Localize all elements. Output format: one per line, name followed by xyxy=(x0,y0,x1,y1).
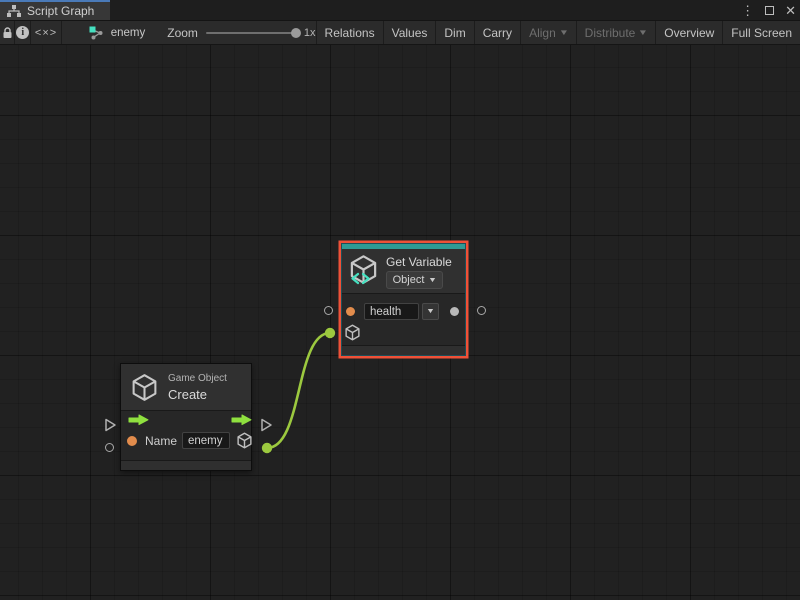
node-title: Get Variable xyxy=(386,255,452,269)
code-preview-button[interactable]: <×> xyxy=(31,21,61,44)
node-footer xyxy=(342,345,465,355)
info-icon: i xyxy=(16,26,29,39)
titlebar: Script Graph ⋮ ✕ xyxy=(0,0,800,21)
code-chevrons-icon xyxy=(350,272,371,285)
graph-icon xyxy=(89,26,105,40)
lock-icon xyxy=(2,27,13,39)
flow-output-arrow-icon[interactable] xyxy=(231,414,252,426)
zoom-control: Zoom 1x xyxy=(167,21,315,44)
menu-icon[interactable]: ⋮ xyxy=(741,4,754,17)
align-dropdown-button[interactable]: Align▼ xyxy=(520,21,576,44)
chevron-down-icon: ▼ xyxy=(638,28,648,37)
dim-button[interactable]: Dim xyxy=(435,21,473,44)
chevron-down-icon: ▼ xyxy=(428,277,437,284)
toolbar-buttons: Relations Values Dim Carry Align▼ Distri… xyxy=(316,21,800,44)
game-object-cube-icon xyxy=(130,373,159,402)
overview-button[interactable]: Overview xyxy=(655,21,722,44)
hierarchy-icon xyxy=(7,5,21,17)
value-output-port-icon[interactable] xyxy=(450,307,459,316)
distribute-dropdown-button[interactable]: Distribute▼ xyxy=(576,21,656,44)
graph-breadcrumb[interactable]: enemy xyxy=(89,21,146,44)
info-button[interactable]: i xyxy=(15,21,31,44)
name-value-field[interactable]: enemy xyxy=(182,432,230,449)
node-category: Game Object xyxy=(168,373,227,384)
variable-name-port[interactable] xyxy=(324,306,333,315)
game-object-output-port-icon[interactable] xyxy=(236,432,253,449)
node-header: Game Object Create xyxy=(121,364,251,411)
close-icon[interactable]: ✕ xyxy=(785,4,796,17)
script-graph-window: Script Graph ⋮ ✕ i <×> xyxy=(0,0,800,600)
window-controls: ⋮ ✕ xyxy=(741,0,796,21)
zoom-label: Zoom xyxy=(167,26,198,40)
name-input-port[interactable] xyxy=(105,443,114,452)
value-output-port[interactable] xyxy=(477,306,486,315)
chevron-down-icon: ▼ xyxy=(559,28,569,37)
graph-canvas[interactable]: Game Object Create Name enemy xyxy=(0,45,800,600)
variable-picker-dropdown-button[interactable]: ▼ xyxy=(422,303,439,320)
flow-output-port[interactable] xyxy=(260,418,273,432)
lock-button[interactable] xyxy=(0,21,15,44)
toolbar: i <×> enemy Zoom 1x Relations Values Dim xyxy=(0,21,800,45)
zoom-slider[interactable] xyxy=(206,32,296,34)
node-create-game-object[interactable]: Game Object Create Name enemy xyxy=(120,363,252,471)
zoom-slider-handle[interactable] xyxy=(291,28,301,38)
node-footer xyxy=(121,460,251,470)
edge-start-dot xyxy=(262,443,272,453)
graph-name: enemy xyxy=(111,27,146,39)
code-icon: <×> xyxy=(35,27,57,39)
node-header: Get Variable Object ▼ xyxy=(342,249,465,294)
flow-input-port[interactable] xyxy=(104,418,117,432)
node-body: health ▼ xyxy=(342,294,465,345)
variable-name-port-icon[interactable] xyxy=(346,307,355,316)
flow-input-arrow-icon[interactable] xyxy=(128,414,149,426)
node-get-variable[interactable]: Get Variable Object ▼ health ▼ xyxy=(341,243,466,356)
edge-end-dot xyxy=(325,328,335,338)
carry-button[interactable]: Carry xyxy=(474,21,520,44)
values-button[interactable]: Values xyxy=(383,21,436,44)
node-body: Name enemy xyxy=(121,411,251,460)
zoom-value: 1x xyxy=(304,27,316,39)
tab-script-graph[interactable]: Script Graph xyxy=(0,0,110,20)
name-input-port-icon[interactable] xyxy=(127,436,137,446)
tab-title: Script Graph xyxy=(27,4,94,18)
variable-scope-dropdown[interactable]: Object ▼ xyxy=(386,271,443,289)
node-title: Create xyxy=(168,387,207,402)
variable-name-field[interactable]: health xyxy=(364,303,419,320)
relations-button[interactable]: Relations xyxy=(316,21,383,44)
full-screen-button[interactable]: Full Screen xyxy=(722,21,800,44)
maximize-icon[interactable] xyxy=(765,6,774,15)
chevron-down-icon: ▼ xyxy=(426,308,435,315)
name-port-label: Name xyxy=(145,434,177,448)
object-input-port-icon[interactable] xyxy=(344,324,361,341)
